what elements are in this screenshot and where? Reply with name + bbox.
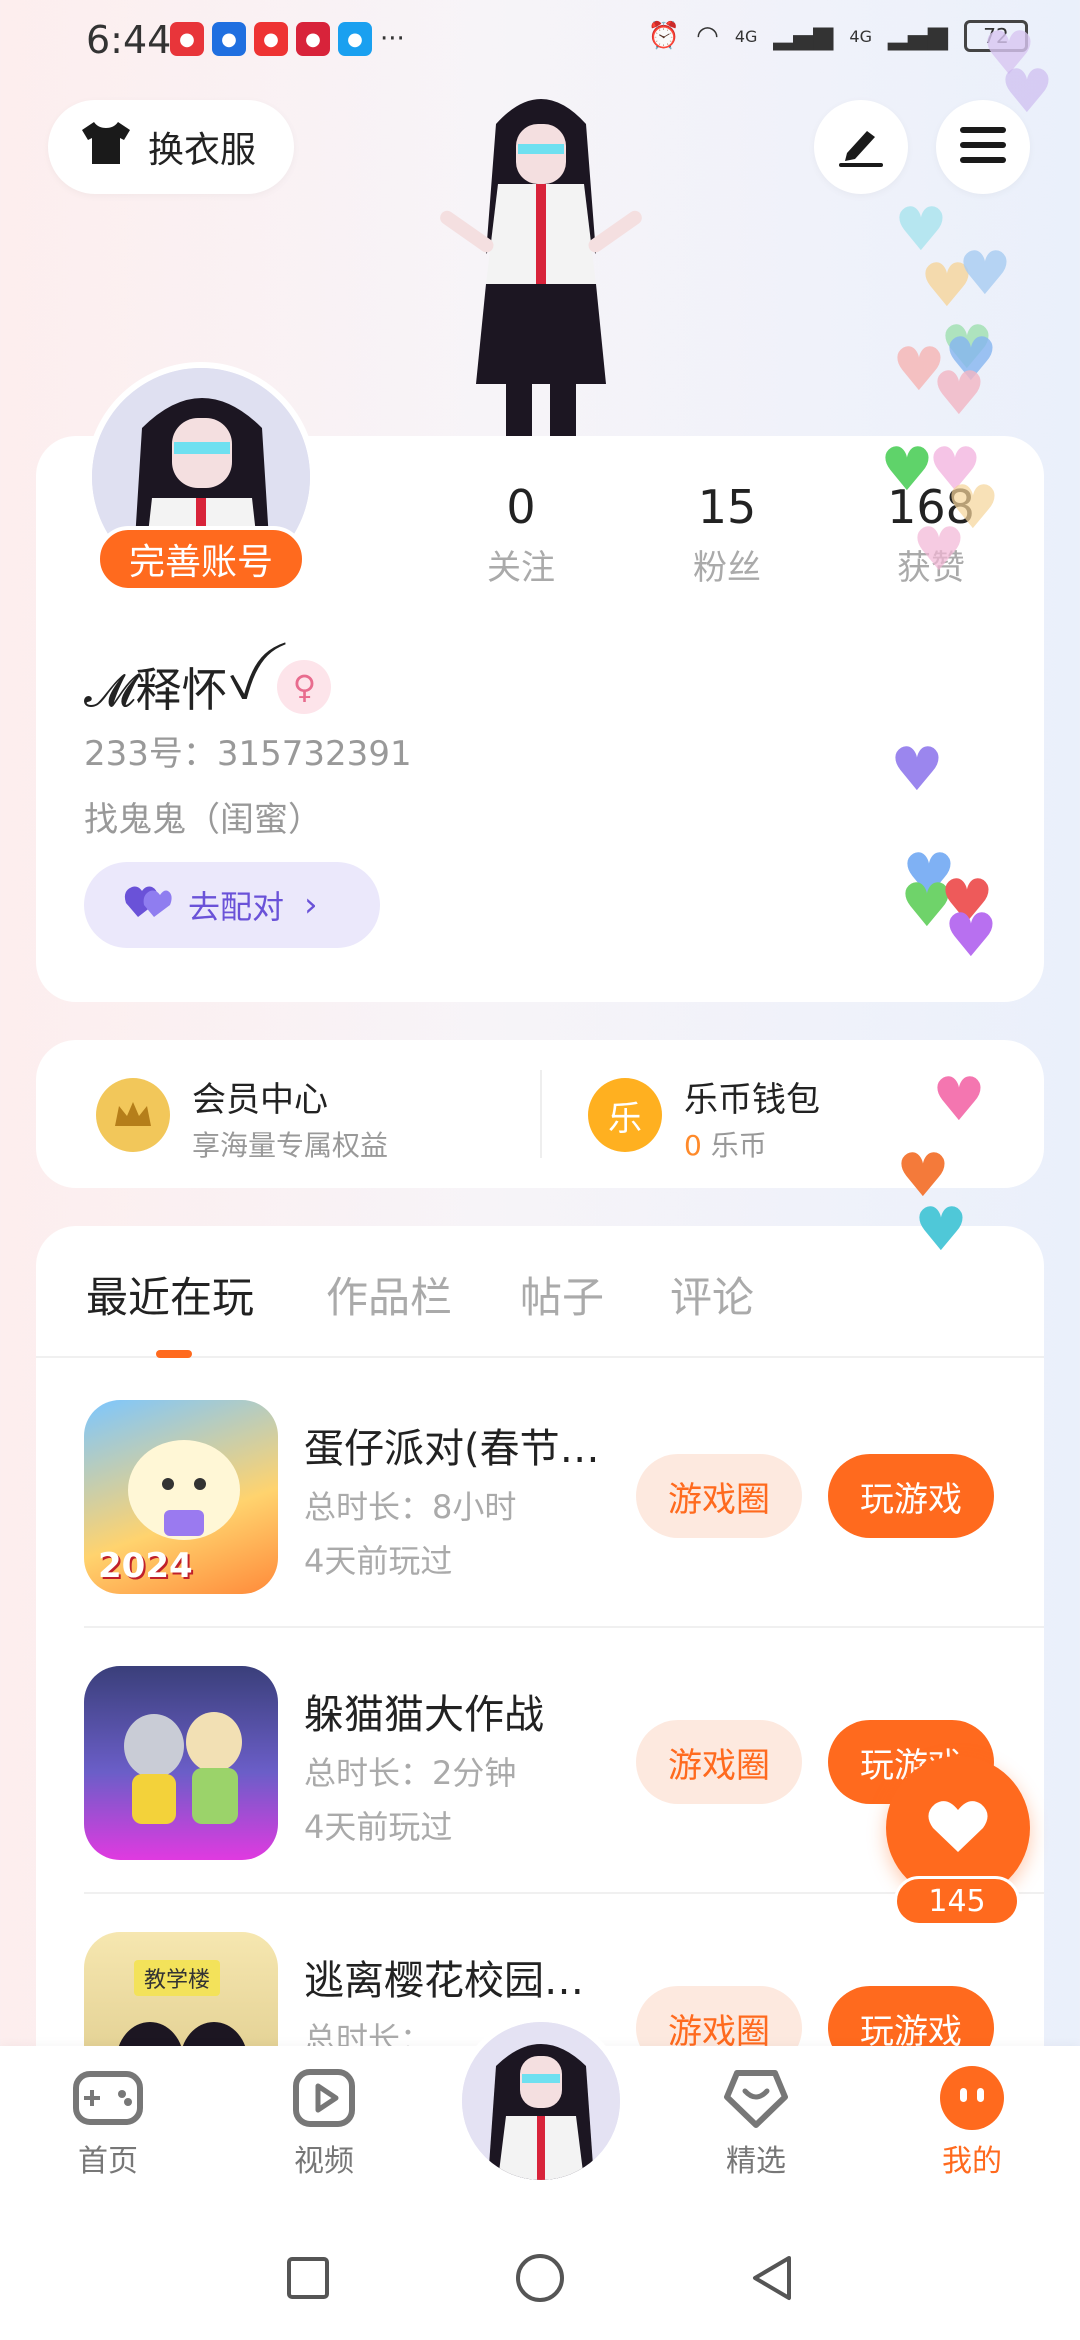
menu-icon — [960, 125, 1006, 169]
relationship-text: 找鬼鬼（闺蜜） — [84, 800, 322, 840]
floating-heart-icon: ♥ — [914, 1195, 968, 1265]
gamepad-icon — [71, 2064, 145, 2132]
member-wallet-card: 会员中心 享海量专属权益 乐 乐币钱包 0 乐币 — [36, 1040, 1044, 1188]
nav-featured[interactable]: 精选 — [686, 2064, 826, 2180]
play-game-button[interactable]: 玩游戏 — [828, 1454, 994, 1538]
floating-like-count: 145 — [894, 1876, 1020, 1926]
crown-icon — [96, 1078, 170, 1152]
floating-heart-icon: ♥ — [890, 735, 944, 805]
stat-following[interactable]: 0 关注 — [436, 480, 606, 589]
home-circle-icon[interactable] — [508, 2246, 572, 2310]
game-row[interactable]: 2024 蛋仔派对(春节… 总时长：8小时 4天前玩过 游戏圈 玩游戏 — [84, 1362, 1044, 1628]
app-notification-icon: ● — [212, 22, 246, 56]
floating-heart-icon: ♥ — [1000, 57, 1054, 127]
heart-icon — [927, 1798, 989, 1858]
game-playtime: 总时长：2分钟 — [304, 1754, 517, 1792]
heart-badge-icon — [719, 2064, 793, 2132]
back-triangle-icon[interactable] — [740, 2246, 804, 2310]
wallet-amount: 0 — [684, 1129, 702, 1162]
game-title[interactable]: 蛋仔派对(春节… — [304, 1416, 624, 1474]
network-label: 4G — [734, 26, 758, 46]
following-label: 关注 — [487, 548, 555, 588]
game-last-played: 4天前玩过 — [304, 1808, 453, 1846]
edit-button[interactable] — [814, 100, 908, 194]
complete-account-button[interactable]: 完善账号 — [96, 526, 306, 592]
tab-recent[interactable]: 最近在玩 — [86, 1264, 254, 1325]
nickname-decoration: ꪜ — [227, 656, 260, 710]
nav-home-label: 首页 — [78, 2144, 138, 2179]
nickname-text: 𝓜释怀 — [84, 662, 228, 717]
game-thumbnail[interactable] — [84, 1666, 278, 1860]
chevron-right-icon: › — [304, 885, 318, 925]
game-thumbnail-label: 2024 — [98, 1546, 193, 1586]
more-notifications-icon: ··· — [380, 24, 405, 54]
system-nav-bar — [0, 2216, 1080, 2340]
avatar-character[interactable] — [436, 84, 646, 436]
match-label: 去配对 — [188, 888, 285, 926]
floating-heart-icon: ♥ — [880, 435, 934, 505]
signal-icon: ▂▄▆ — [888, 21, 948, 51]
game-title[interactable]: 躲猫猫大作战 — [304, 1682, 624, 1740]
stat-fans[interactable]: 15 粉丝 — [642, 480, 812, 589]
change-outfit-label: 换衣服 — [148, 130, 257, 171]
game-thumbnail[interactable]: 2024 — [84, 1400, 278, 1594]
tab-indicator — [156, 1350, 192, 1358]
pen-icon — [837, 123, 885, 171]
nav-me[interactable]: 我的 — [902, 2064, 1042, 2180]
fans-label: 粉丝 — [693, 548, 761, 588]
female-gender-icon: ♀ — [277, 659, 332, 714]
nav-featured-label: 精选 — [726, 2144, 786, 2179]
app-notification-icon: ● — [170, 22, 204, 56]
fans-count: 15 — [697, 480, 757, 534]
recent-apps-icon[interactable] — [276, 2246, 340, 2310]
game-title[interactable]: 逃离樱花校园… — [304, 1948, 624, 2006]
floating-heart-icon: ♥ — [912, 515, 966, 585]
game-circle-button[interactable]: 游戏圈 — [636, 1454, 802, 1538]
notification-icons: ● ● ● ● ● ··· — [170, 22, 405, 56]
app-notification-icon: ● — [254, 22, 288, 56]
wallet-unit: 乐币 — [701, 1129, 767, 1162]
game-playtime: 总时长：8小时 — [304, 1488, 517, 1526]
divider — [540, 1070, 542, 1158]
app-notification-icon: ● — [296, 22, 330, 56]
status-bar: 6:44 ● ● ● ● ● ··· ⏰ ◠ 4G ▂▄▆ 4G ▂▄▆ 72 — [0, 0, 1080, 84]
network-label: 4G — [849, 26, 872, 46]
nav-video-label: 视频 — [294, 2144, 354, 2179]
wifi-icon: ◠ — [696, 21, 719, 51]
status-time: 6:44 — [86, 18, 172, 62]
vip-center-subtitle: 享海量专属权益 — [192, 1129, 389, 1162]
signal-icon: ▂▄▆ — [773, 21, 834, 51]
center-avatar-button[interactable] — [456, 2016, 626, 2186]
shirt-icon — [80, 120, 132, 175]
wallet-title[interactable]: 乐币钱包 — [684, 1072, 820, 1121]
wallet-balance: 0 乐币 — [684, 1124, 767, 1164]
match-button[interactable]: 去配对 › — [84, 862, 380, 948]
app-notification-icon: ● — [338, 22, 372, 56]
floating-heart-icon: ♥ — [944, 901, 998, 971]
alarm-icon: ⏰ — [647, 21, 681, 51]
status-indicators: ⏰ ◠ 4G ▂▄▆ 4G ▂▄▆ 72 — [648, 20, 1028, 52]
nav-video[interactable]: 视频 — [254, 2064, 394, 2180]
game-circle-button[interactable]: 游戏圈 — [636, 1720, 802, 1804]
vip-center-title[interactable]: 会员中心 — [192, 1072, 328, 1121]
nav-me-label: 我的 — [942, 2144, 1002, 2179]
tab-posts[interactable]: 帖子 — [520, 1264, 604, 1325]
nav-home[interactable]: 首页 — [38, 2064, 178, 2180]
coin-icon: 乐 — [588, 1078, 662, 1152]
profile-face-icon — [935, 2064, 1009, 2132]
change-outfit-button[interactable]: 换衣服 — [48, 100, 294, 194]
tab-works[interactable]: 作品栏 — [326, 1264, 452, 1325]
tab-comments[interactable]: 评论 — [670, 1264, 754, 1325]
tab-bar: 最近在玩 作品栏 帖子 评论 — [36, 1226, 1044, 1358]
following-count: 0 — [506, 480, 536, 534]
double-heart-icon — [124, 883, 172, 927]
floating-heart-icon: ♥ — [958, 239, 1012, 309]
video-icon — [287, 2064, 361, 2132]
game-last-played: 4天前玩过 — [304, 1542, 453, 1580]
nickname: 𝓜释怀 ꪜ ♀ — [84, 638, 332, 735]
floating-heart-icon: ♥ — [932, 359, 986, 429]
floating-heart-icon: ♥ — [932, 1065, 986, 1135]
user-id: 233号：315732391 — [84, 734, 412, 774]
